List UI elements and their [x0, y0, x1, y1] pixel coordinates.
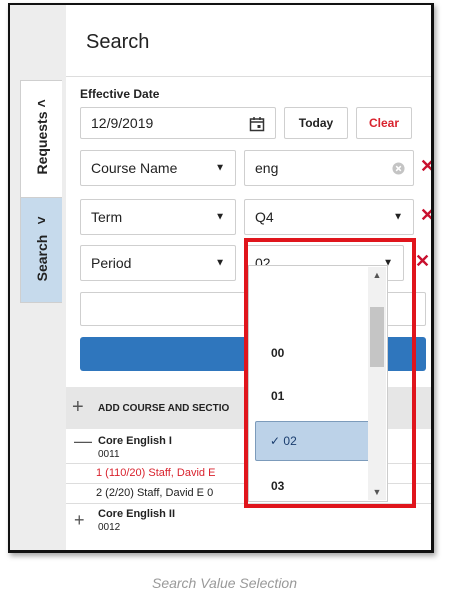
app-frame: < Requests > Search Search Effective Dat…	[8, 3, 434, 553]
value-select-term[interactable]: Q4 ▼	[244, 199, 414, 235]
course-number: 0012	[98, 522, 121, 533]
caret-down-icon: ▼	[215, 162, 225, 174]
remove-filter-icon[interactable]: ✕	[415, 251, 430, 272]
add-course-section-label: ADD COURSE AND SECTIO	[98, 403, 230, 414]
caret-down-icon: ▼	[393, 211, 403, 223]
value-input-text: eng	[255, 160, 279, 176]
figure-caption: Search Value Selection	[151, 575, 298, 591]
field-select-value: Term	[91, 209, 123, 225]
effective-date-value: 12/9/2019	[91, 115, 154, 131]
tab-requests[interactable]: < Requests	[20, 80, 62, 198]
section-row[interactable]: 2 (2/20) Staff, David E 0	[96, 487, 213, 499]
field-select-value: Course Name	[91, 160, 178, 176]
course-number: 0011	[98, 449, 120, 460]
chevron-right-icon: >	[37, 212, 46, 228]
course-name: Core English II	[98, 508, 176, 520]
tab-search[interactable]: > Search	[20, 197, 62, 303]
chevron-left-icon: <	[37, 95, 46, 111]
effective-date-label: Effective Date	[80, 87, 160, 101]
expand-icon: +	[74, 510, 85, 530]
field-select-term[interactable]: Term ▼	[80, 199, 236, 235]
remove-filter-icon[interactable]: ✕	[420, 156, 431, 177]
section-row[interactable]: 1 (110/20) Staff, David E	[96, 467, 215, 479]
field-select-value: Period	[91, 255, 132, 271]
plus-icon: +	[72, 396, 84, 418]
caret-down-icon: ▼	[215, 211, 225, 223]
field-select-course-name[interactable]: Course Name ▼	[80, 150, 236, 186]
title-divider	[66, 76, 431, 77]
clear-input-icon[interactable]	[392, 162, 405, 175]
tab-requests-label: Requests	[33, 111, 50, 175]
value-input-course-name[interactable]: eng	[244, 150, 414, 186]
effective-date-input[interactable]: 12/9/2019	[80, 107, 276, 139]
value-select-text: Q4	[255, 209, 274, 225]
caret-down-icon: ▼	[215, 257, 225, 269]
course-name: Core English I	[98, 435, 172, 447]
tab-search-label: Search	[33, 234, 50, 282]
collapse-icon: —	[74, 431, 92, 451]
calendar-icon[interactable]	[249, 116, 265, 132]
today-button[interactable]: Today	[284, 107, 348, 139]
clear-button[interactable]: Clear	[356, 107, 412, 139]
highlight-box	[244, 238, 416, 508]
page-title: Search	[86, 31, 150, 53]
field-select-period[interactable]: Period ▼	[80, 245, 236, 281]
remove-filter-icon[interactable]: ✕	[420, 205, 431, 226]
